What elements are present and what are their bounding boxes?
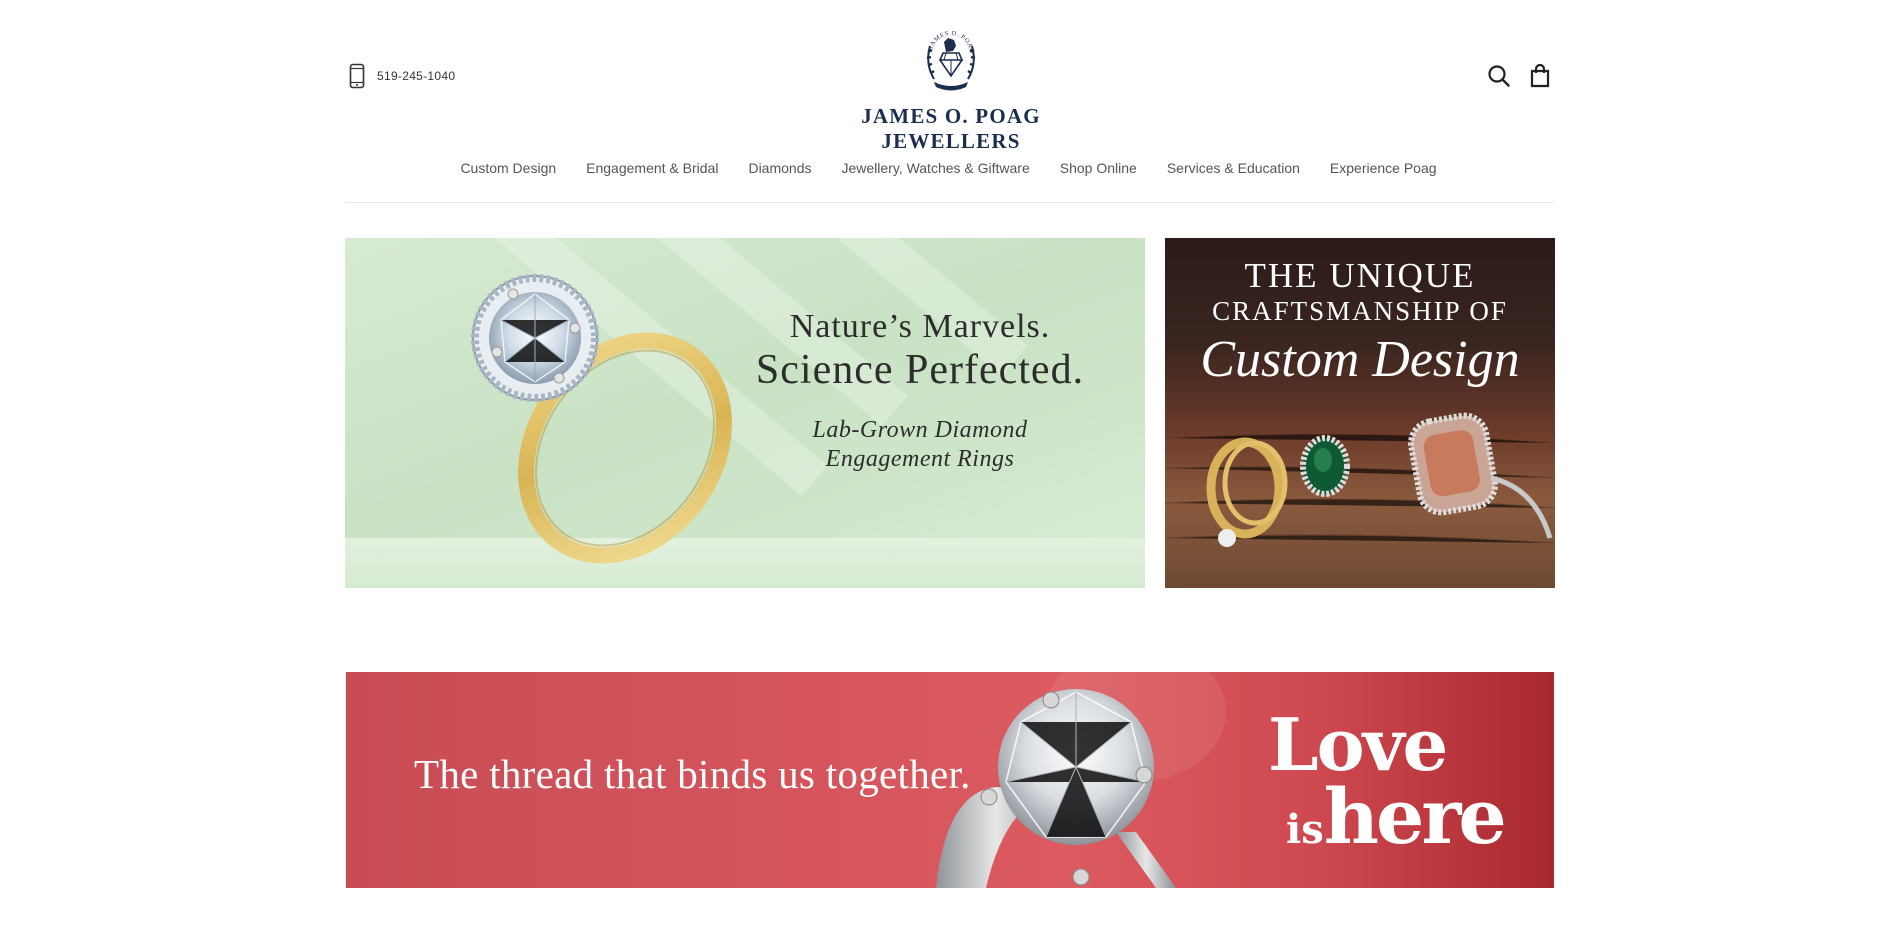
lab-grown-banner[interactable]: Nature’s Marvels. Science Perfected. Lab… xyxy=(345,238,1145,588)
shopping-bag-icon[interactable] xyxy=(1529,63,1551,93)
brand-name: JAMES O. POAG JEWELLERS xyxy=(861,104,1041,153)
search-icon[interactable] xyxy=(1487,64,1511,93)
nav-item-jewellery-watches-giftware[interactable]: Jewellery, Watches & Giftware xyxy=(841,160,1029,176)
nav-item-services-education[interactable]: Services & Education xyxy=(1167,160,1300,176)
love-tagline: The thread that binds us together. xyxy=(414,751,971,797)
site-header: 519-245-1040 JAMES O. POAG JAMES O. POAG… xyxy=(0,0,1900,204)
custom-headline-2: CRAFTSMANSHIP OF xyxy=(1212,296,1508,326)
banner-headline-2: Science Perfected. xyxy=(755,347,1085,393)
diamond-ring-image xyxy=(936,672,1226,888)
nav-item-diamonds[interactable]: Diamonds xyxy=(748,160,811,176)
phone-contact[interactable]: 519-245-1040 xyxy=(349,63,455,89)
is-here-word: ishere xyxy=(1286,772,1507,861)
love-word: Love xyxy=(1268,702,1448,787)
phone-number[interactable]: 519-245-1040 xyxy=(377,69,455,83)
custom-design-banner[interactable]: THE UNIQUE CRAFTSMANSHIP OF Custom Desig… xyxy=(1165,238,1555,588)
phone-icon xyxy=(349,63,365,89)
banner-subline-2: Engagement Rings xyxy=(825,446,1015,472)
nav-item-custom-design[interactable]: Custom Design xyxy=(460,160,556,176)
lab-grown-text: Nature’s Marvels. Science Perfected. Lab… xyxy=(745,308,1095,474)
banner-headline-1: Nature’s Marvels. xyxy=(789,308,1051,345)
custom-headline-3: Custom Design xyxy=(1200,331,1520,388)
banner-subline-1: Lab-Grown Diamond xyxy=(812,417,1028,443)
banner-subline: Lab-Grown Diamond Engagement Rings xyxy=(745,416,1095,474)
nav-item-engagement-bridal[interactable]: Engagement & Bridal xyxy=(586,160,718,176)
crest-icon: JAMES O. POAG xyxy=(926,30,976,91)
site-logo[interactable]: JAMES O. POAG JAMES O. POAG JEWELLERS xyxy=(826,24,1076,153)
here-word: here xyxy=(1323,772,1507,861)
love-is-here-banner[interactable]: The thread that binds us together. Love … xyxy=(346,672,1554,888)
main-nav: Custom Design Engagement & Bridal Diamon… xyxy=(0,160,1900,176)
is-word: is xyxy=(1286,806,1324,853)
nav-item-experience-poag[interactable]: Experience Poag xyxy=(1330,160,1437,176)
nav-item-shop-online[interactable]: Shop Online xyxy=(1060,160,1137,176)
header-actions xyxy=(1487,63,1551,93)
header-divider xyxy=(345,202,1554,203)
custom-headline-1: THE UNIQUE xyxy=(1244,256,1476,295)
